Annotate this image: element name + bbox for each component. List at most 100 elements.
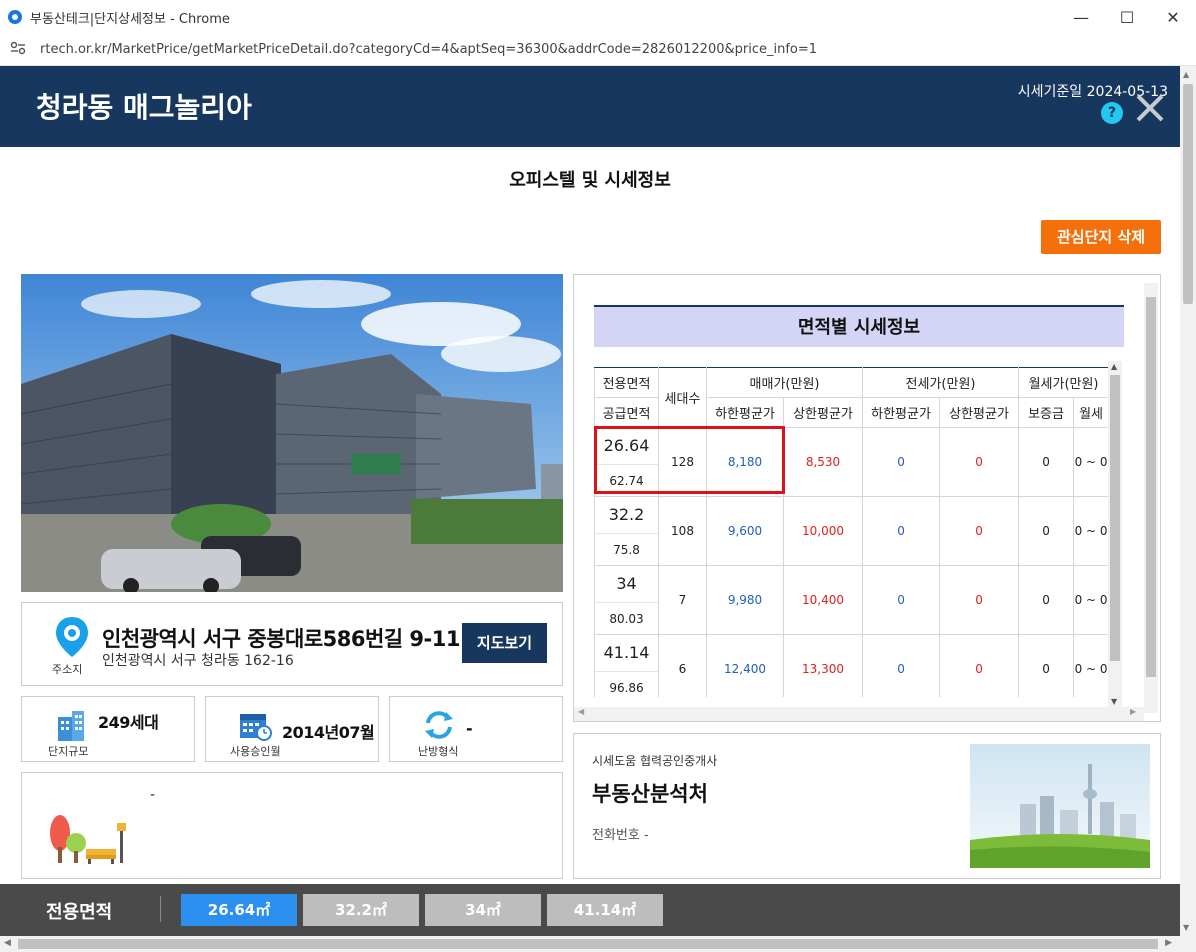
jeonse-low-price: 0 [862,496,941,566]
supply-area: 75.8 [595,533,658,565]
price-table: 전용면적 세대수 매매가(만원) 전세가(만원) 월세가(만원) 공급면적 하한… [594,367,1108,697]
facilities-value: - [150,787,156,803]
table-scroll-down-icon[interactable]: ▼ [1111,697,1117,706]
url-text[interactable]: rtech.or.kr/MarketPrice/getMarketPriceDe… [40,42,817,57]
address-panel: 주소지 인천광역시 서구 중봉대로586번길 9-11 인천광역시 서구 청라동… [21,602,563,686]
exclusive-area: 32.2 [608,505,645,524]
sale-low-price: 12,400 [706,634,784,697]
header-sale-price: 매매가(만원) [705,367,864,398]
exclusive-area: 41.14 [603,643,650,662]
jeonse-low-price: 0 [862,427,941,497]
jeonse-high-price: 0 [939,496,1020,566]
sale-high-price: 10,400 [782,565,864,635]
header-jeonse-price: 전세가(만원) [862,367,1020,398]
page-header: 청라동 매그놀리아 시세기준일 2024-05-13 ? [0,66,1180,147]
header-sale-low: 하한평균가 [706,397,784,428]
header-jeonse-low: 하한평균가 [862,397,941,428]
households-count: 7 [658,565,707,635]
minimize-button[interactable]: — [1058,0,1104,34]
rent-value: 0 ~ 0 [1073,496,1108,566]
building-icon [58,711,84,741]
header-sale-high: 상한평균가 [782,397,864,428]
help-icon[interactable]: ? [1101,102,1123,124]
header-monthly-price: 월세가(만원) [1018,367,1108,398]
complex-name: 청라동 매그놀리아 [36,91,252,124]
rent-value: 0 ~ 0 [1073,565,1108,635]
rent-value: 0 ~ 0 [1073,634,1108,697]
approval-panel: 2014년07월 사용승인월 [205,696,379,762]
scroll-left-icon[interactable]: ◀ [578,707,584,716]
jeonse-low-price: 0 [862,634,941,697]
area-tab-32-2[interactable]: 32.2㎡ [303,894,419,926]
heating-panel: - 난방형식 [389,696,563,762]
address-bar[interactable]: rtech.or.kr/MarketPrice/getMarketPriceDe… [0,34,1196,66]
area-tab-34[interactable]: 34㎡ [425,894,541,926]
header-households: 세대수 [658,367,707,428]
households-value: 249세대 [98,713,159,732]
window-title: 부동산테크|단지상세정보 - Chrome [30,11,230,27]
table-row: 34 80.03 7 9,980 10,400 0 0 0 0 ~ 0 [594,565,1108,635]
divider [160,896,161,922]
jeonse-high-price: 0 [939,427,1020,497]
maximize-button[interactable]: ☐ [1104,0,1150,34]
park-icon [50,815,126,864]
table-scroll-thumb[interactable] [1110,375,1120,661]
page-vertical-scrollbar[interactable]: ▲ ▼ [1180,66,1196,936]
heating-value: - [466,719,473,738]
heating-label: 난방형식 [418,745,459,758]
page-scroll-left-icon[interactable]: ◀ [4,938,11,948]
households-count: 108 [658,496,707,566]
header-jeonse-high: 상한평균가 [939,397,1020,428]
deposit-value: 0 [1018,565,1075,635]
area-tab-41-14[interactable]: 41.14㎡ [547,894,663,926]
scroll-up-icon[interactable]: ▲ [1183,70,1189,79]
panel-horizontal-scrollbar[interactable]: ◀ ▶ [574,707,1144,721]
jeonse-low-price: 0 [862,565,941,635]
sale-low-price: 9,980 [706,565,784,635]
road-address: 인천광역시 서구 중봉대로586번길 9-11 [102,627,460,651]
scroll-thumb[interactable] [1183,84,1193,304]
approval-label: 사용승인월 [230,745,281,758]
jeonse-high-price: 0 [939,565,1020,635]
jibun-address: 인천광역시 서구 청라동 162-16 [102,653,294,669]
agent-panel: 시세도움 협력공인중개사 부동산분석처 전화번호 - [573,733,1161,879]
table-row: 41.14 96.86 6 12,400 13,300 0 0 0 0 ~ 0 [594,634,1108,697]
view-map-button[interactable]: 지도보기 [462,623,547,663]
location-pin-icon [56,617,88,657]
selected-row-highlight [594,426,785,494]
panel-scroll-thumb[interactable] [1146,297,1156,677]
scroll-down-icon[interactable]: ▼ [1183,923,1189,932]
scroll-right-icon[interactable]: ▶ [1130,707,1136,716]
close-window-button[interactable]: ✕ [1150,0,1196,34]
jeonse-high-price: 0 [939,634,1020,697]
panel-vertical-scrollbar[interactable] [1144,283,1158,713]
area-tab-26-64[interactable]: 26.64㎡ [181,894,297,926]
page-horizontal-scrollbar[interactable]: ◀ ▶ [0,936,1196,952]
heating-cycle-icon [425,711,453,739]
sale-low-price: 9,600 [706,496,784,566]
deposit-value: 0 [1018,634,1075,697]
header-supply-area: 공급면적 [594,397,659,428]
deposit-value: 0 [1018,496,1075,566]
calendar-icon [240,714,272,741]
supply-area: 80.03 [595,602,658,634]
agent-label: 시세도움 협력공인중개사 [592,754,718,768]
price-panel: 면적별 시세정보 전용면적 세대수 매매가(만원) 전세가(만원) 월세가(만원… [573,274,1161,722]
table-scroll-up-icon[interactable]: ▲ [1111,362,1117,371]
households-label: 단지규모 [48,745,89,758]
close-icon[interactable] [1134,92,1166,124]
supply-area: 96.86 [595,671,658,697]
table-vertical-scrollbar[interactable]: ▲ ▼ [1108,361,1122,707]
header-rent: 월세 [1073,397,1108,428]
section-title: 오피스텔 및 시세정보 [509,170,671,191]
table-row: 32.2 75.8 108 9,600 10,000 0 0 0 0 ~ 0 [594,496,1108,566]
site-settings-icon[interactable] [10,41,28,58]
deposit-value: 0 [1018,427,1075,497]
page-hscroll-thumb[interactable] [18,939,1158,949]
price-table-scroll[interactable]: 전용면적 세대수 매매가(만원) 전세가(만원) 월세가(만원) 공급면적 하한… [594,367,1108,697]
header-deposit: 보증금 [1018,397,1075,428]
rent-value: 0 ~ 0 [1073,427,1108,497]
page-scroll-right-icon[interactable]: ▶ [1165,938,1172,948]
sale-high-price: 13,300 [782,634,864,697]
remove-favorite-button[interactable]: 관심단지 삭제 [1041,220,1161,254]
